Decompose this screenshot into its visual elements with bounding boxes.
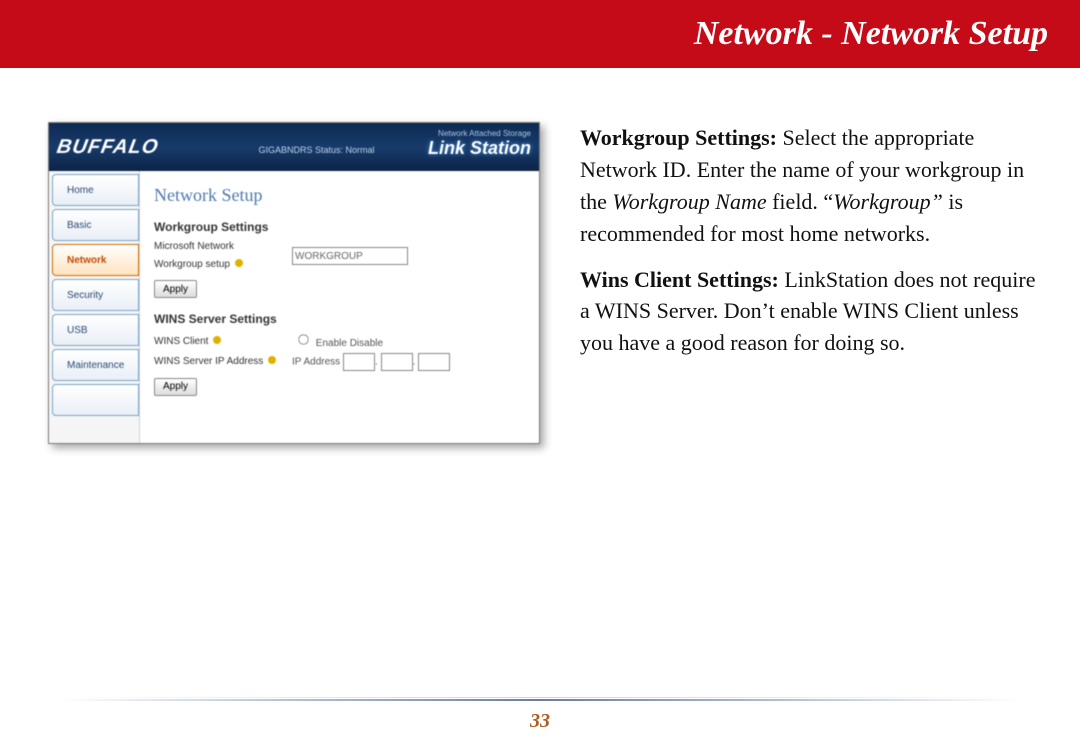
brand-logo: BUFFALO — [47, 136, 160, 159]
wins-client-radio-group[interactable]: Enable Disable — [292, 330, 383, 353]
page-body: BUFFALO GIGABNDRS Status: Normal Network… — [0, 68, 1080, 444]
info-dot-icon — [235, 259, 243, 267]
screenshot-header: BUFFALO GIGABNDRS Status: Normal Network… — [49, 123, 539, 171]
wins-ip-octet-2[interactable] — [381, 353, 413, 371]
apply-button[interactable]: Apply — [154, 280, 197, 298]
sidebar-item-usb[interactable]: USB — [52, 314, 139, 346]
wins-bold: Wins Client Settings: — [580, 267, 779, 292]
sidebar-item-security[interactable]: Security — [52, 279, 139, 311]
workgroup-heading: Workgroup Settings — [154, 220, 525, 234]
apply-button-wins[interactable]: Apply — [154, 378, 197, 396]
product-tagline: Network Attached Storage — [428, 129, 531, 138]
sidebar-item-blank[interactable] — [52, 384, 139, 416]
page-title: Network - Network Setup — [694, 15, 1048, 53]
wins-ip-row: WINS Server IP Address IP Address . . — [154, 353, 525, 372]
product-name-block: Network Attached Storage Link Station — [428, 129, 531, 159]
wg-italic-1: Workgroup Name — [612, 189, 766, 214]
paragraph-wins: Wins Client Settings: LinkStation does n… — [580, 264, 1048, 360]
wins-ip-octet-1[interactable] — [343, 353, 375, 371]
sidebar: Home Basic Network Security USB Maintena… — [49, 171, 140, 443]
workgroup-row: Microsoft Network Workgroup setup — [154, 238, 525, 274]
wg-bold: Workgroup Settings: — [580, 125, 777, 150]
wins-ip-label-text: WINS Server IP Address — [154, 356, 263, 367]
settings-panel: Network Setup Workgroup Settings Microso… — [140, 171, 539, 443]
embedded-screenshot: BUFFALO GIGABNDRS Status: Normal Network… — [48, 122, 540, 444]
sidebar-item-home[interactable]: Home — [52, 174, 139, 206]
workgroup-name-input[interactable] — [292, 247, 408, 265]
wg-text-b: field. “ — [767, 189, 834, 214]
workgroup-label: Microsoft Network Workgroup setup — [154, 238, 284, 274]
panel-title: Network Setup — [154, 185, 525, 206]
info-dot-icon — [213, 336, 221, 344]
footer-rule — [60, 699, 1020, 701]
manual-text-column: Workgroup Settings: Select the appropria… — [580, 122, 1048, 444]
wins-client-label-text: WINS Client — [154, 336, 208, 347]
wins-radio-labels: Enable Disable — [316, 338, 383, 349]
sidebar-item-network[interactable]: Network — [52, 244, 139, 276]
wins-client-label: WINS Client — [154, 333, 284, 351]
workgroup-label-text: Microsoft Network Workgroup setup — [154, 241, 234, 270]
sidebar-item-basic[interactable]: Basic — [52, 209, 139, 241]
sidebar-item-maintenance[interactable]: Maintenance — [52, 349, 139, 381]
product-name: Link Station — [428, 138, 531, 158]
wins-ip-label: WINS Server IP Address — [154, 353, 284, 371]
wins-ip-octet-3[interactable] — [418, 353, 450, 371]
wins-enable-radio[interactable] — [298, 334, 308, 344]
wins-heading: WINS Server Settings — [154, 312, 525, 326]
page-number: 33 — [0, 710, 1080, 733]
wins-client-row: WINS Client Enable Disable — [154, 330, 525, 353]
wg-italic-2: Workgroup” — [833, 189, 943, 214]
wins-ip-inputs: IP Address . . — [292, 353, 450, 372]
page-header-banner: Network - Network Setup — [0, 0, 1080, 68]
wins-ip-prefix: IP Address — [292, 357, 340, 368]
paragraph-workgroup: Workgroup Settings: Select the appropria… — [580, 122, 1048, 250]
status-text: GIGABNDRS Status: Normal — [258, 145, 374, 155]
screenshot-body: Home Basic Network Security USB Maintena… — [49, 171, 539, 443]
info-dot-icon — [268, 356, 276, 364]
